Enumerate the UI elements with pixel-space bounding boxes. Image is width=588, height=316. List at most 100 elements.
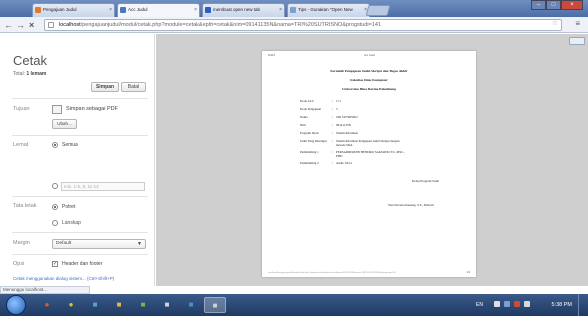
pages-range-input[interactable]: mis. 1-5, 8, 11-13 [61, 182, 145, 191]
security-icon[interactable] [514, 301, 520, 307]
network-icon[interactable] [504, 301, 510, 307]
tab-close-icon[interactable]: × [279, 4, 282, 16]
field-key: Nama [300, 115, 308, 119]
field-colon: : [332, 139, 333, 143]
tab-label: membuat open new tab [213, 7, 261, 12]
bookmark-star-icon[interactable]: ☆ [552, 19, 558, 27]
field-key: Kode ACC [300, 99, 315, 103]
options-label: Opsi [13, 261, 25, 267]
tab-close-icon[interactable]: × [194, 4, 197, 16]
divider [12, 254, 148, 255]
field-value: Andri, M.Cs [336, 161, 353, 165]
media-player-icon[interactable]: ● [36, 297, 58, 313]
notepad-icon[interactable]: ■ [156, 297, 178, 313]
total-label: Total: [13, 71, 25, 77]
portrait-radio[interactable] [52, 204, 58, 210]
field-value: Sistem Informasi Pengajuan Judul Skripsi… [336, 139, 400, 147]
back-arrow-icon[interactable]: ← [4, 20, 13, 30]
change-destination-button[interactable]: Ubah... [52, 119, 77, 129]
pages-label: Lemat [13, 142, 29, 148]
print-window-icon[interactable]: ■ [204, 297, 226, 313]
field-value: Sistem Informasi [336, 131, 358, 135]
university-heading: Universitas Bina Darma Palembang [342, 87, 396, 91]
field-key: Pembimbing 2 [300, 161, 319, 165]
field-value: PERSADIRSIDIN HENDRO SAKSONO ST., MSC., … [336, 150, 405, 158]
taskbar-glyph: ● [68, 300, 74, 309]
field-key: Program Studi [300, 131, 319, 135]
signature-title: Ketua Program Studi [412, 179, 439, 183]
paint-icon[interactable]: ■ [132, 297, 154, 313]
tab-close-icon[interactable]: × [109, 4, 112, 16]
margin-value: Default [56, 241, 72, 246]
field-value: 09141135N [336, 123, 351, 127]
field-key: Kode Pengajuan [300, 107, 321, 111]
volume-icon[interactable] [524, 301, 530, 307]
pages-all-radio[interactable] [52, 142, 58, 148]
taskbar-glyph: ■ [164, 300, 170, 309]
show-desktop-button[interactable] [578, 294, 584, 316]
pages-custom-radio[interactable] [52, 183, 58, 189]
pages-all-label: Semua [62, 142, 78, 148]
url-host: localhost [59, 22, 81, 28]
tab-membuat-open-new-tab[interactable]: membuat open new tab × [202, 3, 285, 17]
tab-tips[interactable]: Tips - Gunakan "Open New × [287, 3, 370, 17]
page-icon [48, 22, 54, 28]
page-number: 1/1 [466, 271, 470, 274]
close-window-icon[interactable]: × [561, 0, 583, 10]
chrome-icon[interactable]: ● [60, 297, 82, 313]
header-footer-label: Header dan footer [62, 261, 103, 267]
print-title: Cetak [13, 53, 47, 68]
sheet-total: Total: 1 lemam [13, 71, 46, 77]
tab-label: Acc Judul [128, 7, 148, 12]
taskbar-glyph: ■ [212, 301, 218, 310]
header-footer-checkbox[interactable]: ✓ [52, 261, 58, 267]
form-heading: Formulir Pengajuan Judul Skripsi dan Tug… [330, 69, 408, 73]
forward-arrow-icon[interactable]: → [16, 20, 25, 30]
print-settings-panel: Cetak Total: 1 lemam Simpan Batal Tujuan… [0, 34, 155, 286]
maximize-icon[interactable]: □ [546, 0, 561, 10]
browser-title-bar: Pengajuan Judul × Acc Judul × membuat op… [0, 0, 588, 17]
new-tab-button[interactable] [365, 5, 391, 16]
print-preview-area: 9/4/13 Acc Judul Formulir Pengajuan Judu… [156, 34, 588, 286]
faculty-heading: Fakultas Ilmu Komputer [350, 78, 388, 82]
field-colon: : [332, 161, 333, 165]
clock[interactable]: 5:38 PM [552, 302, 572, 308]
field-value: 171 [336, 99, 341, 103]
start-button-icon[interactable] [6, 295, 26, 315]
field-colon: : [332, 99, 333, 103]
divider [12, 196, 148, 197]
cancel-button[interactable]: Batal [121, 82, 146, 92]
page-header-date: 9/4/13 [268, 54, 275, 57]
browser-toolbar: ← → × localhost/pengajuanjudul/modul/cet… [0, 17, 588, 33]
system-dialog-link[interactable]: Cetak menggunakan dialog sistem... (Ctrl… [13, 276, 114, 281]
stop-x-icon[interactable]: × [29, 20, 34, 30]
zoom-icon[interactable] [569, 37, 585, 45]
language-indicator[interactable]: EN [476, 302, 483, 308]
pdf-destination-icon [52, 105, 62, 114]
tab-acc-judul[interactable]: Acc Judul × [117, 3, 200, 17]
tab-label: Pengajuan Judul [43, 7, 77, 12]
tray-arrow-icon[interactable] [494, 301, 500, 307]
explorer-icon[interactable]: ■ [84, 297, 106, 313]
save-button[interactable]: Simpan [91, 82, 119, 92]
field-colon: : [332, 131, 333, 135]
margin-select[interactable]: Default ▼ [52, 239, 146, 249]
taskbar-glyph: ● [44, 300, 50, 309]
address-bar[interactable]: localhost/pengajuanjudul/modul/cetak.php… [44, 19, 562, 31]
tab-pengajuan-judul[interactable]: Pengajuan Judul × [32, 3, 115, 17]
landscape-label: Lanskap [62, 220, 81, 226]
divider [12, 98, 148, 99]
windows-taskbar: ● ● ■ ■ ■ ■ ■ ■ EN 5:38 PM [0, 294, 588, 316]
landscape-radio[interactable] [52, 220, 58, 226]
minimize-icon[interactable]: – [531, 0, 546, 10]
taskbar-glyph: ■ [188, 300, 194, 309]
signature-name: Yesi Novaria Kunang, S.T., M.Kom [388, 203, 434, 207]
wrench-menu-icon[interactable]: ≡ [575, 19, 580, 28]
field-key: Pembimbing 1 [300, 150, 319, 154]
url-path: /pengajuanjudul/modul/cetak.php?module=c… [80, 22, 382, 28]
photo-icon[interactable]: ■ [180, 297, 202, 313]
field-key: Judul Yang Disetujui [300, 139, 327, 143]
folder-icon[interactable]: ■ [108, 297, 130, 313]
field-value: TRI SUTRISNO [336, 115, 358, 119]
field-colon: : [332, 115, 333, 119]
